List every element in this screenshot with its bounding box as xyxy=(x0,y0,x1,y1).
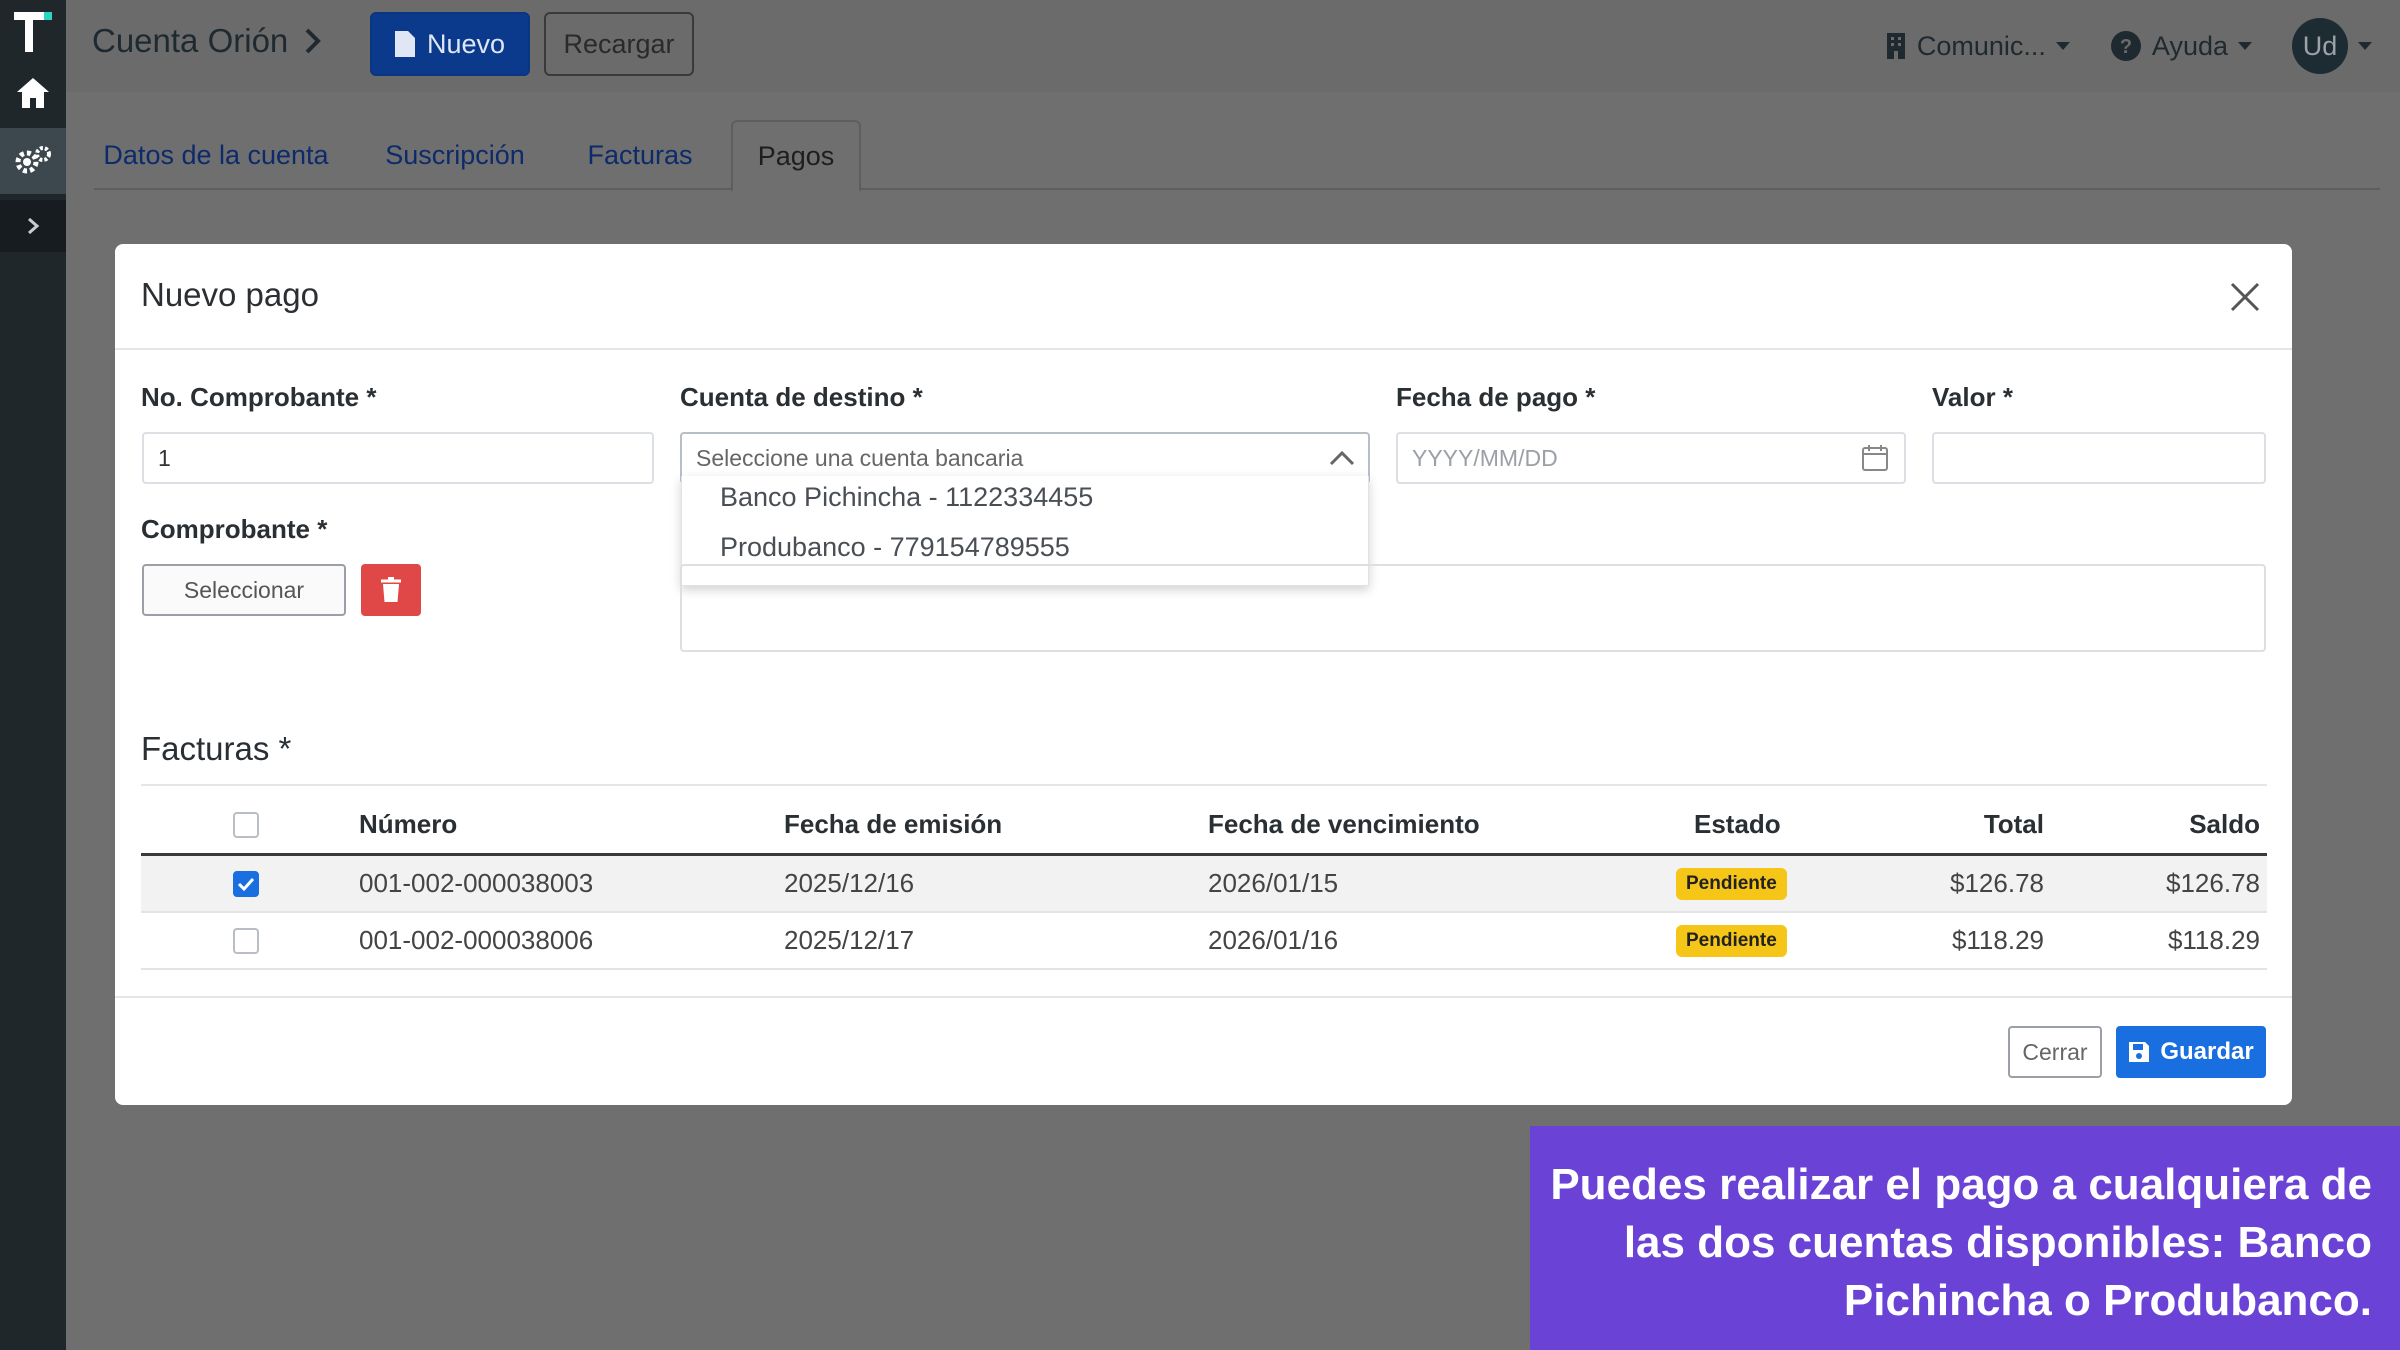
close-button[interactable]: Cerrar xyxy=(2008,1026,2102,1078)
save-button[interactable]: Guardar xyxy=(2116,1026,2266,1078)
table-row[interactable]: 001-002-000038003 2025/12/16 2026/01/15 … xyxy=(141,856,2267,913)
receipt-label: Comprobante * xyxy=(141,514,328,544)
status-badge: Pendiente xyxy=(1676,867,1787,900)
column-header: Fecha de emisión xyxy=(784,809,1003,839)
status-badge: Pendiente xyxy=(1676,924,1787,957)
user-menu[interactable]: Ud xyxy=(2292,18,2372,74)
avatar: Ud xyxy=(2292,18,2348,74)
invoice-balance: $118.29 xyxy=(2167,925,2260,955)
pay-date-input[interactable]: YYYY/MM/DD xyxy=(1396,432,1906,484)
tab-datos-cuenta[interactable]: Datos de la cuenta xyxy=(100,120,332,190)
dropdown-option[interactable]: Banco Pichincha - 1122334455 xyxy=(720,482,1093,513)
tab-suscripcion[interactable]: Suscripción xyxy=(380,120,530,190)
save-icon xyxy=(2129,1042,2150,1062)
pay-date-label: Fecha de pago * xyxy=(1396,382,1596,412)
due-date: 2026/01/16 xyxy=(1208,925,1339,955)
invoices-table: Número Fecha de emisión Fecha de vencimi… xyxy=(141,796,2267,970)
due-date: 2026/01/15 xyxy=(1208,868,1339,898)
account-tabs: Datos de la cuenta Suscripción Facturas … xyxy=(94,120,2380,192)
dropdown-option[interactable]: Produbanco - 779154789555 xyxy=(720,532,1070,563)
app-logo[interactable] xyxy=(10,6,56,56)
table-row[interactable]: 001-002-000038006 2025/12/17 2026/01/16 … xyxy=(141,913,2267,970)
select-all-checkbox[interactable] xyxy=(233,811,259,838)
invoice-total: $126.78 xyxy=(1950,868,2044,898)
sidebar-expand-button[interactable] xyxy=(0,200,66,252)
caret-down-icon xyxy=(2238,42,2252,50)
check-icon xyxy=(237,877,255,891)
svg-text:?: ? xyxy=(2120,36,2132,58)
modal-title: Nuevo pago xyxy=(141,276,319,313)
column-header: Estado xyxy=(1694,809,1781,839)
receipt-no-input[interactable]: 1 xyxy=(142,432,654,484)
chevron-right-icon xyxy=(305,28,322,54)
divider xyxy=(141,784,2267,786)
close-icon[interactable] xyxy=(2224,276,2266,318)
home-icon[interactable] xyxy=(0,60,66,126)
reload-button[interactable]: Recargar xyxy=(544,12,694,76)
top-bar: Cuenta Orión Nuevo Recargar Comunic... ?… xyxy=(66,0,2400,92)
invoice-number: 001-002-000038006 xyxy=(359,925,594,955)
column-header: Fecha de vencimiento xyxy=(1208,809,1480,839)
chevron-up-icon xyxy=(1329,450,1355,466)
tutorial-caption: Puedes realizar el pago a cualquiera de … xyxy=(1530,1126,2400,1350)
dest-account-label: Cuenta de destino * xyxy=(680,382,923,412)
chevron-right-icon xyxy=(28,217,40,235)
invoice-number: 001-002-000038003 xyxy=(359,868,594,898)
caret-down-icon xyxy=(2055,42,2070,50)
value-label: Valor * xyxy=(1932,382,2013,412)
calendar-icon[interactable] xyxy=(1860,443,1890,473)
value-input[interactable] xyxy=(1932,432,2266,484)
help-icon: ? xyxy=(2110,31,2141,61)
new-payment-modal: Nuevo pago No. Comprobante * 1 Cuenta de… xyxy=(115,244,2292,1105)
building-icon xyxy=(1886,33,1905,59)
invoice-balance: $126.78 xyxy=(2166,868,2260,898)
divider xyxy=(115,996,2292,998)
row-checkbox[interactable] xyxy=(233,870,259,897)
tab-facturas[interactable]: Facturas xyxy=(578,120,702,190)
settings-gears-icon[interactable] xyxy=(0,128,66,194)
row-checkbox[interactable] xyxy=(233,927,259,954)
new-button[interactable]: Nuevo xyxy=(370,12,530,76)
invoice-total: $118.29 xyxy=(1951,925,2044,955)
sidebar xyxy=(0,0,66,1350)
issue-date: 2025/12/17 xyxy=(784,925,915,955)
delete-file-button[interactable] xyxy=(361,564,421,616)
modal-header: Nuevo pago xyxy=(115,244,2292,350)
column-header: Total xyxy=(1983,809,2044,839)
trash-icon xyxy=(381,577,401,602)
receipt-no-label: No. Comprobante * xyxy=(141,382,377,412)
issue-date: 2025/12/16 xyxy=(784,868,915,898)
company-dropdown[interactable]: Comunic... xyxy=(1885,31,2070,62)
column-header: Saldo xyxy=(2189,809,2260,839)
notes-textarea[interactable] xyxy=(680,564,2266,652)
table-header: Número Fecha de emisión Fecha de vencimi… xyxy=(141,796,2267,856)
column-header: Número xyxy=(359,809,458,839)
invoices-title: Facturas * xyxy=(141,730,292,767)
caret-down-icon xyxy=(2358,42,2372,50)
document-icon xyxy=(394,31,415,57)
select-file-button[interactable]: Seleccionar xyxy=(142,564,346,616)
select-all-checkbox-cell xyxy=(233,796,259,853)
breadcrumb: Cuenta Orión xyxy=(92,22,322,60)
page-title: Cuenta Orión xyxy=(92,22,289,59)
help-dropdown[interactable]: ? Ayuda xyxy=(2110,30,2252,62)
tab-pagos[interactable]: Pagos xyxy=(731,120,861,192)
